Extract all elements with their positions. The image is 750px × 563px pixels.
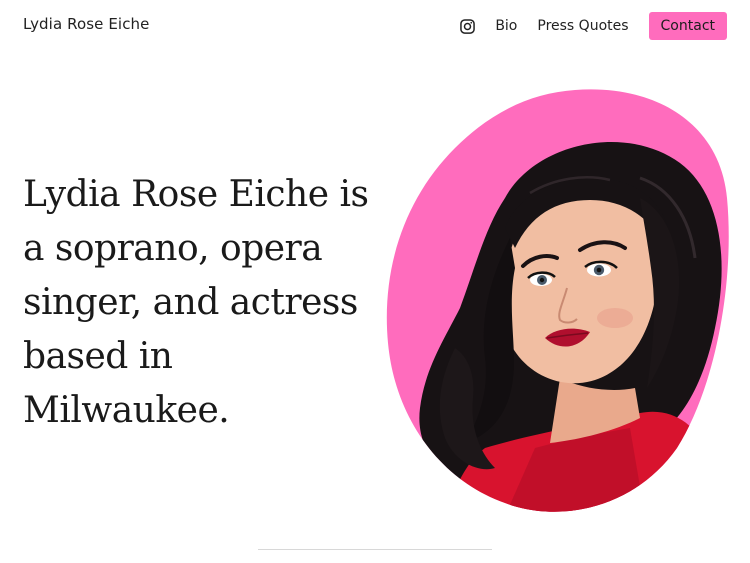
nav-link-bio[interactable]: Bio <box>495 18 517 34</box>
contact-button[interactable]: Contact <box>648 12 727 40</box>
instagram-icon[interactable] <box>459 18 475 34</box>
main-navigation: Bio Press Quotes Contact <box>459 12 727 40</box>
site-header: Lydia Rose Eiche Bio Press Quotes Contac… <box>0 0 750 50</box>
portrait-photo <box>386 89 729 512</box>
site-title-link[interactable]: Lydia Rose Eiche <box>23 15 149 33</box>
hero-portrait <box>385 88 730 516</box>
hero-headline: Lydia Rose Eiche is a soprano, opera sin… <box>23 174 369 431</box>
nav-link-press-quotes[interactable]: Press Quotes <box>537 18 628 34</box>
section-divider <box>258 549 492 550</box>
